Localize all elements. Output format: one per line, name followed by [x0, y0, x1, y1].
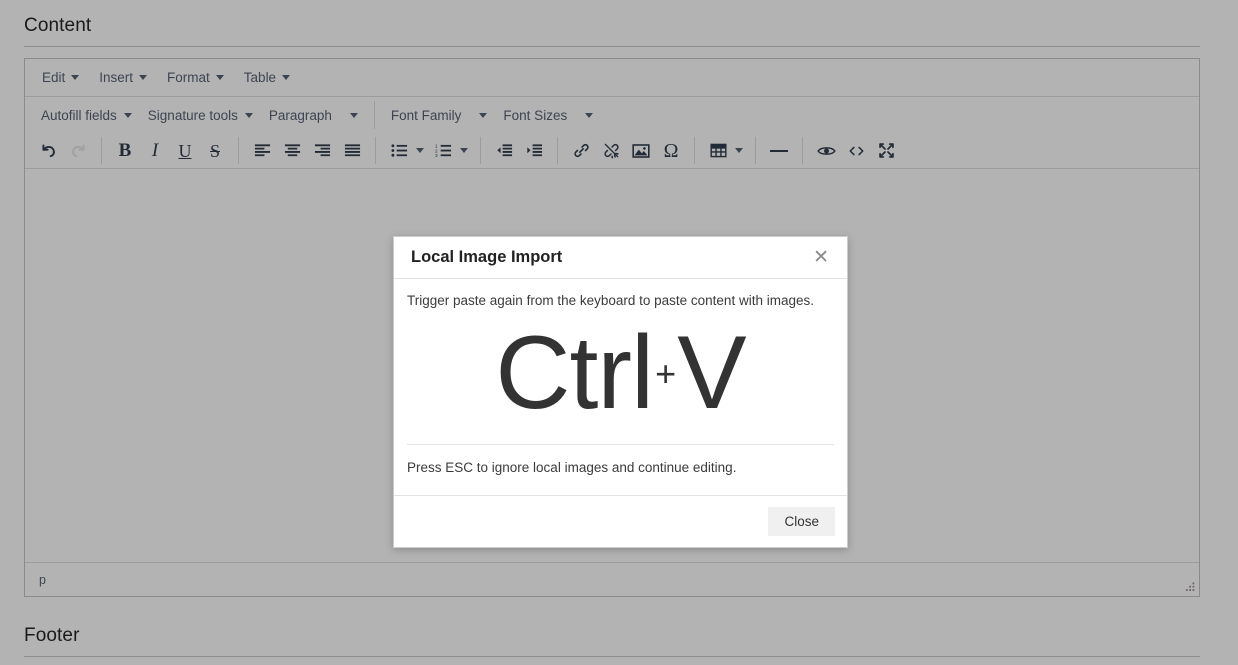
local-image-import-dialog: Local Image Import ✕ Trigger paste again… [393, 236, 848, 548]
chevron-down-icon [585, 112, 594, 118]
bullet-list-icon[interactable] [384, 137, 414, 165]
autofill-fields-label: Autofill fields [41, 107, 117, 123]
chevron-down-icon [479, 112, 488, 118]
dialog-title: Local Image Import [411, 248, 563, 266]
editor-toolbar-dropdowns: Autofill fields Signature tools Paragrap… [25, 97, 1199, 133]
chevron-down-icon [244, 112, 253, 118]
preview-icon[interactable] [811, 137, 841, 165]
strikethrough-icon[interactable]: S [200, 137, 230, 165]
outdent-icon[interactable] [489, 137, 519, 165]
page-title-footer: Footer [24, 625, 80, 646]
bold-icon[interactable]: B [110, 137, 140, 165]
page-title-content: Content [24, 15, 92, 36]
unlink-icon[interactable] [596, 137, 626, 165]
fullscreen-icon[interactable] [871, 137, 901, 165]
menu-item-format[interactable]: Format [158, 66, 233, 89]
signature-tools-label: Signature tools [147, 107, 238, 123]
menu-item-format-label: Format [167, 70, 210, 85]
toolbar-separator [802, 137, 803, 164]
font-family-label: Font Family [390, 107, 462, 123]
keyboard-shortcut-illustration: Ctrl+V [407, 311, 834, 442]
chevron-down-icon [71, 75, 80, 80]
toolbar-separator [755, 137, 756, 164]
menu-item-table-label: Table [243, 70, 277, 85]
align-left-icon[interactable] [247, 137, 277, 165]
toolbar-separator [557, 137, 558, 164]
horizontal-rule-icon[interactable] [764, 137, 794, 165]
toolbar-separator [480, 137, 481, 164]
chevron-down-icon [349, 112, 358, 118]
indent-icon[interactable] [519, 137, 549, 165]
font-size-label: Font Sizes [503, 107, 568, 123]
close-icon[interactable]: ✕ [809, 246, 833, 269]
italic-icon[interactable]: I [140, 137, 170, 165]
close-button[interactable]: Close [768, 506, 835, 536]
chevron-down-icon [123, 112, 132, 118]
menu-item-insert-label: Insert [99, 70, 134, 85]
font-family-dropdown[interactable]: Font Family [383, 105, 496, 126]
shortcut-key-ctrl: Ctrl [495, 314, 654, 431]
link-icon[interactable] [566, 137, 596, 165]
toolbar-separator [101, 137, 102, 164]
toolbar-separator [694, 137, 695, 164]
editor-toolbar-icons: B I U S 1 2 3 Ω [25, 133, 1199, 169]
numbered-list-icon[interactable]: 1 2 3 [428, 137, 458, 165]
editor-statusbar: p [25, 562, 1199, 596]
toolbar-separator [375, 137, 376, 164]
align-right-icon[interactable] [307, 137, 337, 165]
menu-item-edit[interactable]: Edit [33, 66, 88, 89]
menu-item-table[interactable]: Table [235, 66, 299, 89]
paragraph-style-label: Paragraph [268, 107, 332, 123]
autofill-fields-dropdown[interactable]: Autofill fields [33, 105, 140, 126]
source-code-icon[interactable] [841, 137, 871, 165]
svg-text:3: 3 [435, 153, 438, 158]
undo-icon[interactable] [33, 137, 63, 165]
shortcut-plus-sign: + [655, 352, 677, 394]
align-justify-icon[interactable] [337, 137, 367, 165]
align-center-icon[interactable] [277, 137, 307, 165]
dialog-footer: Close [394, 494, 847, 547]
font-size-dropdown[interactable]: Font Sizes [495, 105, 601, 126]
signature-tools-dropdown[interactable]: Signature tools [140, 105, 261, 126]
toolbar-separator [238, 137, 239, 164]
special-character-icon[interactable]: Ω [656, 137, 686, 165]
table-icon[interactable] [703, 137, 733, 165]
content-divider [24, 46, 1200, 47]
redo-icon[interactable] [63, 137, 93, 165]
shortcut-key-v: V [677, 314, 746, 431]
menu-item-edit-label: Edit [42, 70, 66, 85]
element-path: p [39, 572, 46, 587]
chevron-down-icon[interactable] [416, 148, 424, 153]
paste-instruction-top: Trigger paste again from the keyboard to… [407, 293, 814, 308]
resize-grip-icon[interactable] [1182, 579, 1196, 593]
paste-instruction-bottom: Press ESC to ignore local images and con… [407, 444, 834, 491]
chevron-down-icon [139, 75, 148, 80]
paragraph-style-dropdown[interactable]: Paragraph [261, 105, 366, 126]
toolbar-separator [373, 101, 375, 129]
chevron-down-icon[interactable] [735, 148, 743, 153]
editor-menubar: Edit Insert Format Table [25, 59, 1199, 97]
image-icon[interactable] [626, 137, 656, 165]
menu-item-insert[interactable]: Insert [90, 66, 156, 89]
chevron-down-icon [215, 75, 224, 80]
chevron-down-icon [282, 75, 291, 80]
underline-icon[interactable]: U [170, 137, 200, 165]
footer-divider [24, 656, 1200, 657]
dialog-header: Local Image Import ✕ [394, 237, 847, 279]
dialog-body: Trigger paste again from the keyboard to… [394, 279, 847, 495]
chevron-down-icon[interactable] [460, 148, 468, 153]
